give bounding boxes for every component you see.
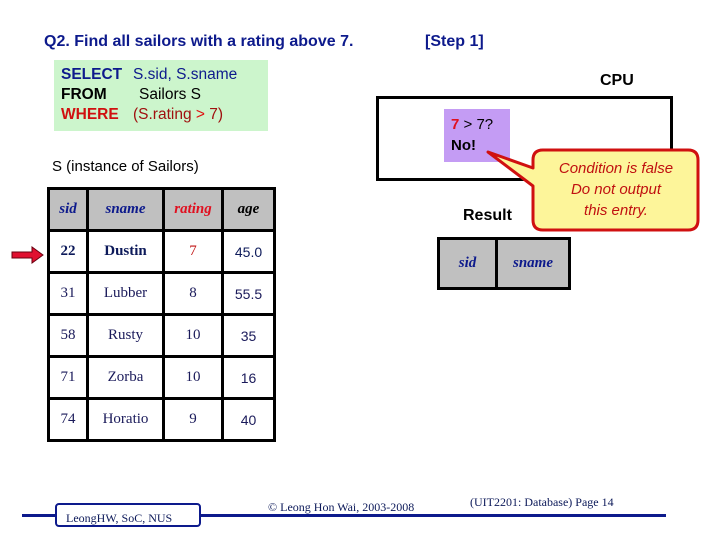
cell-rating: 8 xyxy=(162,271,224,316)
sql-query-box: SELECT S.sid, S.sname FROM Sailors S WHERE… xyxy=(54,60,268,131)
sailors-header-row: sid sname rating age xyxy=(47,187,276,232)
column-header-rating: rating xyxy=(162,187,224,232)
sql-from-keyword: FROM xyxy=(61,86,107,103)
table-row: 74 Horatio 9 40 xyxy=(47,397,276,442)
slide-title: Q2. Find all sailors with a rating above… xyxy=(44,33,354,50)
result-column-sid: sid xyxy=(437,237,498,290)
cell-age: 45.0 xyxy=(221,229,276,274)
result-label: Result xyxy=(463,207,512,224)
cell-sid: 74 xyxy=(47,397,89,442)
table-row: 71 Zorba 10 16 xyxy=(47,355,276,400)
sql-from-line: FROM Sailors S xyxy=(61,85,268,105)
sql-select-keyword: SELECT xyxy=(61,66,123,83)
cpu-label: CPU xyxy=(600,72,634,89)
sql-select-line: SELECT S.sid, S.sname xyxy=(61,65,268,85)
cell-age: 35 xyxy=(221,313,276,358)
condition-test: > 7? xyxy=(459,116,494,133)
sql-where-line: WHERE (S.rating > 7) xyxy=(61,105,268,125)
cell-sname: Zorba xyxy=(86,355,165,400)
callout-line: Do not output xyxy=(570,181,662,198)
cell-age: 16 xyxy=(221,355,276,400)
cell-age: 55.5 xyxy=(221,271,276,316)
cell-age: 40 xyxy=(221,397,276,442)
cell-rating: 10 xyxy=(162,313,224,358)
cell-sid: 71 xyxy=(47,355,89,400)
sql-where-right: 7) xyxy=(204,106,224,123)
cell-sid: 31 xyxy=(47,271,89,316)
cell-rating: 9 xyxy=(162,397,224,442)
sailors-table-caption: S (instance of Sailors) xyxy=(52,158,199,175)
sql-where-condition: (S.rating > 7) xyxy=(133,106,223,123)
footer-copyright: © Leong Hon Wai, 2003-2008 xyxy=(268,500,415,514)
callout-line: Condition is false xyxy=(558,160,674,177)
column-header-sid: sid xyxy=(47,187,89,232)
callout-text: Condition is false Do not output this en… xyxy=(536,158,696,221)
footer-author-box: LeongHW, SoC, NUS xyxy=(55,503,201,527)
sql-where-operator: > xyxy=(195,106,205,123)
cell-sname: Dustin xyxy=(86,229,165,274)
sailors-table: sid sname rating age 22 Dustin 7 45.0 31… xyxy=(47,187,276,442)
cell-rating: 10 xyxy=(162,355,224,400)
cell-sname: Lubber xyxy=(86,271,165,316)
sql-where-left: (S.rating xyxy=(133,106,196,123)
column-header-sname: sname xyxy=(86,187,165,232)
result-table: sid sname xyxy=(437,237,571,290)
table-row: 31 Lubber 8 55.5 xyxy=(47,271,276,316)
cell-sname: Rusty xyxy=(86,313,165,358)
column-header-age: age xyxy=(221,187,276,232)
cell-sname: Horatio xyxy=(86,397,165,442)
sql-select-columns: S.sid, S.sname xyxy=(133,66,238,83)
cell-sid: 58 xyxy=(47,313,89,358)
cell-rating: 7 xyxy=(162,229,224,274)
cell-sid: 22 xyxy=(47,229,89,274)
callout-line: this entry. xyxy=(584,202,648,219)
table-row: 22 Dustin 7 45.0 xyxy=(47,229,276,274)
footer-page-number: (UIT2201: Database) Page 14 xyxy=(470,495,614,509)
sql-from-table: Sailors S xyxy=(139,86,202,103)
result-column-sname: sname xyxy=(495,237,571,290)
current-row-arrow-icon xyxy=(11,246,44,264)
step-label: [Step 1] xyxy=(425,33,484,50)
table-row: 58 Rusty 10 35 xyxy=(47,313,276,358)
result-header-row: sid sname xyxy=(437,237,571,290)
sql-where-keyword: WHERE xyxy=(61,106,119,123)
